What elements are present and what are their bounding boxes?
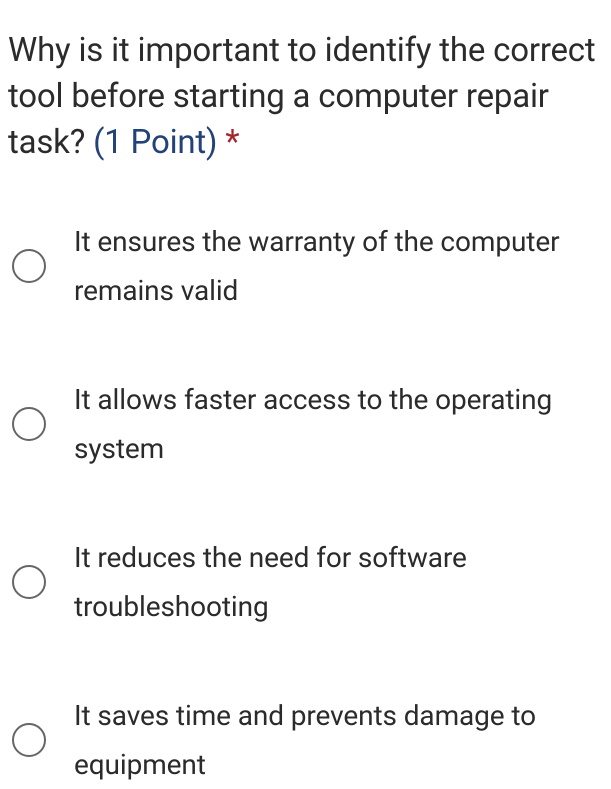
option-label: It reduces the need for software trouble…	[74, 533, 603, 631]
options-list: It ensures the warranty of the com­puter…	[8, 217, 603, 789]
option-label: It saves time and prevents damage to equ…	[74, 691, 603, 789]
option-label: It allows faster access to the operat­in…	[74, 375, 603, 473]
point-value: (1 Point)	[93, 123, 217, 162]
option-row[interactable]: It ensures the warranty of the com­puter…	[12, 217, 603, 315]
option-label: It ensures the warranty of the com­puter…	[74, 217, 603, 315]
option-row[interactable]: It reduces the need for software trouble…	[12, 533, 603, 631]
radio-icon[interactable]	[12, 565, 46, 599]
radio-icon[interactable]	[12, 723, 46, 757]
radio-icon[interactable]	[12, 407, 46, 441]
option-row[interactable]: It saves time and prevents damage to equ…	[12, 691, 603, 789]
radio-icon[interactable]	[12, 249, 46, 283]
option-row[interactable]: It allows faster access to the operat­in…	[12, 375, 603, 473]
required-asterisk: *	[225, 123, 239, 162]
question-header: Why is it important to identify the corr…	[8, 28, 603, 167]
